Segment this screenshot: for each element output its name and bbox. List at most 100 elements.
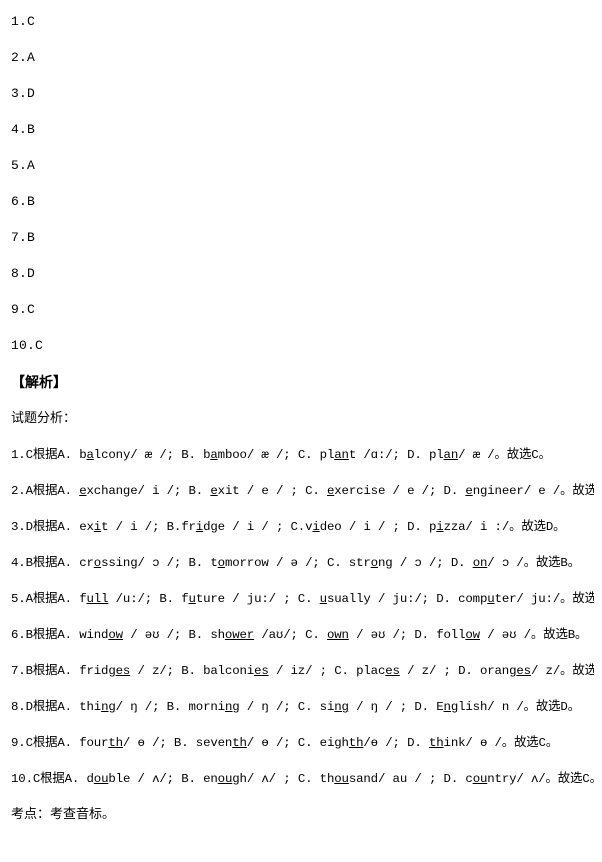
text-run: / ŋ /; C. si [239,700,335,714]
underlined-phoneme: ou [217,772,233,786]
underlined-phoneme: e [79,484,87,498]
text-run: ssing/ ɔ /; B. t [101,556,218,570]
text-run: / ɔ /。 [487,556,536,570]
text-run: / ŋ / ; D. E [348,700,444,714]
underlined-phoneme: ou [93,772,109,786]
text-run: A. d [64,772,94,786]
text-run: 根据 [32,699,58,713]
explanation-line: 2.A根据A. exchange/ i /; B. exit / e / ; C… [8,482,594,518]
text-run: sand/ au / ; D. c [348,772,473,786]
text-run: 故选 [572,663,594,677]
text-run: 。 [553,519,566,533]
text-run: 故选 [506,447,532,461]
underlined-phoneme: es [254,664,269,678]
text-run: 故选 [543,627,568,641]
text-run: ter/ ju:/。 [494,592,573,606]
underlined-phoneme: i [93,520,102,534]
text-run: C [538,736,546,750]
text-run: A. thi [57,700,102,714]
text-run: /u:/; B. f [108,592,189,606]
text-run: 根据 [32,591,58,605]
text-run: B [567,628,575,642]
text-run: A. f [57,592,87,606]
underlined-phoneme: an [334,448,349,462]
underlined-phoneme: e [210,484,218,498]
answer-item: 9.C [11,302,36,317]
explanation-line: 4.B根据A. crossing/ ɔ /; B. tomorrow / ə /… [8,554,594,590]
text-run: B [560,556,568,570]
answer-item: 6.B [11,194,36,209]
underlined-phoneme: an [443,448,459,462]
underlined-phoneme: ng [334,700,349,714]
answer-item: 2.A [11,50,36,65]
text-run: / ɵ /; C. eigh [246,736,349,750]
exam-point-note: 考点：考查音标。 [11,806,116,821]
text-run: 根据 [32,447,58,461]
underlined-phoneme: on [472,556,488,570]
text-run: lish/ n /。 [458,700,536,714]
answer-item: 5.A [11,158,36,173]
text-run: C [582,772,590,786]
answer-item: 10.C [11,338,44,353]
text-run: 故选 [572,591,594,605]
explanation-line: 8.D根据A. thing/ ŋ /; B. morning / ŋ /; C.… [8,698,594,734]
underlined-phoneme: ull [86,592,109,606]
text-run: A. b [57,448,87,462]
text-run: 。 [567,555,580,569]
text-run: / iz/ ; C. plac [268,664,386,678]
text-run: /ɵ /; D. [363,736,429,750]
text-run: ntry/ ʌ/。 [487,772,558,786]
underlined-phoneme: es [115,664,131,678]
text-run: xercise / e /; D. [334,484,466,498]
text-run: / z/; B. balconi [130,664,255,678]
underlined-phoneme: i [195,520,204,534]
text-run: 3.D [11,520,33,534]
text-run: 根据 [32,555,58,569]
answer-item: 3.D [11,86,36,101]
text-run: / ɵ /; B. seven [122,736,233,750]
underlined-phoneme: ou [334,772,349,786]
answer-item: 1.C [11,14,36,29]
text-run: ble / ʌ/; B. en [108,772,218,786]
explanation-line: 10.C根据A. double / ʌ/; B. enough/ ʌ/ ; C.… [8,770,594,806]
text-run: A. fridg [57,664,116,678]
underlined-phoneme: i [436,520,444,534]
text-run: / z/ ; D. orang [399,664,517,678]
text-run: / z/。 [530,664,573,678]
explanation-line: 3.D根据A. exit / i /; B.fridge / i / ; C.v… [8,518,594,554]
text-run: 故选 [557,771,583,785]
text-run: 故选 [535,699,561,713]
text-run: zza/ i :/。 [443,520,522,534]
underlined-phoneme: o [217,556,225,570]
text-run: 。 [545,735,559,749]
analysis-section-heading: 【解析】 [11,374,67,390]
explanation-line: 7.B根据A. fridges / z/; B. balconies / iz/… [8,662,594,698]
text-run: 。 [590,771,594,785]
explanation-line: 9.C根据A. fourth/ ɵ /; B. seventh/ ɵ /; C.… [8,734,594,770]
text-run: lcony/ æ /; B. b [93,448,211,462]
text-run: ng / ɔ /; D. [377,556,473,570]
text-run: /aʊ/; C. [254,628,327,642]
text-run: t /ɑ:/; D. pl [348,448,444,462]
text-run: sually / ju:/; D. comp [326,592,488,606]
text-run: 故选 [514,735,539,749]
analysis-subheading: 试题分析： [11,410,77,425]
underlined-phoneme: e [465,484,473,498]
text-run: / əʊ /; D. foll [348,628,466,642]
underlined-phoneme: own [326,628,349,642]
text-run: 根据 [32,519,58,533]
underlined-phoneme: u [188,592,196,606]
text-run: 10.C [11,772,41,786]
text-run: 根据 [40,771,65,785]
explanation-line: 5.A根据A. full /u:/; B. future / ju:/ ; C.… [8,590,594,626]
underlined-phoneme: th [108,736,123,750]
answer-item: 8.D [11,266,36,281]
underlined-phoneme: th [232,736,247,750]
underlined-phoneme: a [86,448,94,462]
text-run: D [560,700,568,714]
explanation-line: 1.C根据A. balcony/ æ /; B. bamboo/ æ /; C.… [8,446,594,482]
text-run: mboo/ æ /; C. pl [217,448,335,462]
underlined-phoneme: o [370,556,378,570]
text-run: t / i /; B.fr [101,520,196,534]
underlined-phoneme: ow [465,628,480,642]
